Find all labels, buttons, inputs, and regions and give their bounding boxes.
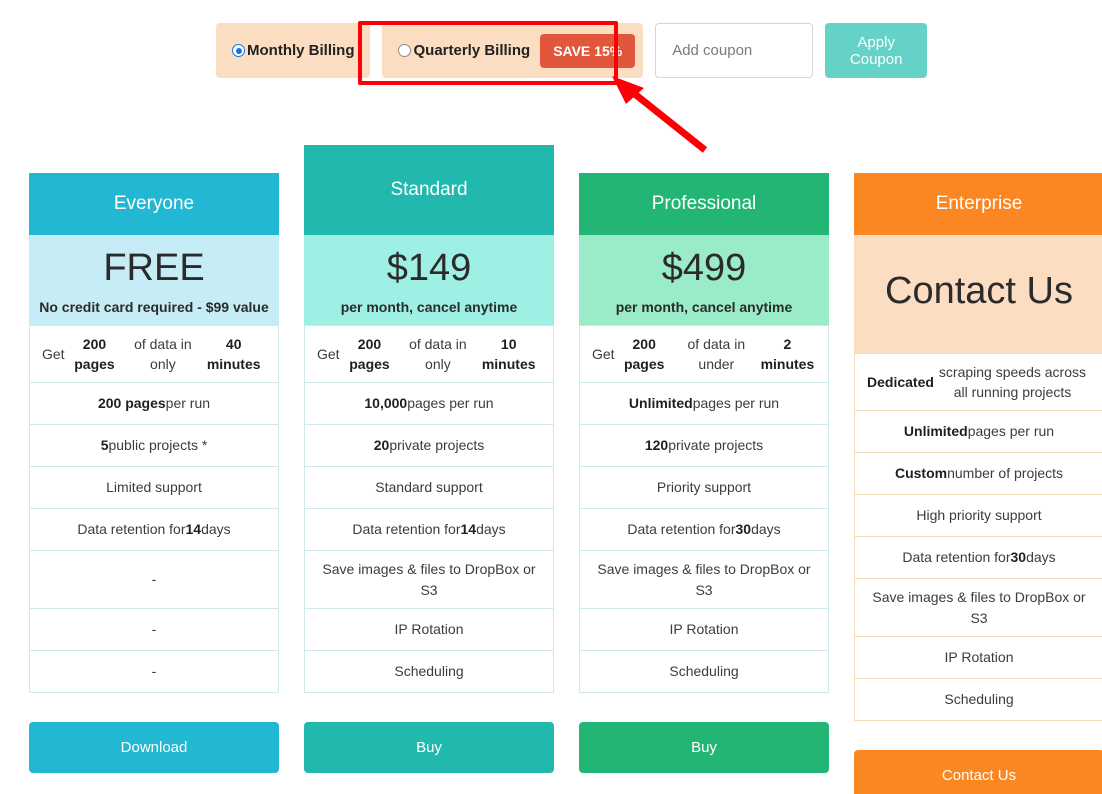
plan-feature-item: Priority support: [580, 467, 828, 509]
plan-feature-item: Scheduling: [305, 651, 553, 693]
plan-price-note: No credit card required - $99 value: [39, 298, 269, 315]
plan-price-block: Contact Us: [854, 235, 1102, 353]
quarterly-billing-label: Quarterly Billing: [413, 42, 531, 59]
plan-feature-item: IP Rotation: [580, 609, 828, 651]
plan-price-note: per month, cancel anytime: [340, 298, 518, 315]
plan-feature-item: Save images & files to DropBox or S3: [855, 579, 1102, 637]
plan-header-everyone: Everyone: [29, 173, 279, 235]
plan-feature-item: 200 pages per run: [30, 383, 278, 425]
plan-price-block: $499 per month, cancel anytime: [579, 235, 829, 325]
plan-feature-item: Standard support: [305, 467, 553, 509]
apply-coupon-button[interactable]: Apply Coupon: [825, 23, 928, 78]
plan-feature-item: Scheduling: [580, 651, 828, 693]
plan-price: $149: [386, 247, 472, 289]
plan-feature-item: Data retention for 30 days: [855, 537, 1102, 579]
plan-feature-list: Get 200 pages of data in under 2 minutes…: [579, 325, 829, 693]
plan-feature-item: High priority support: [855, 495, 1102, 537]
plan-price-block: $149 per month, cancel anytime: [304, 235, 554, 325]
quarterly-billing-radio[interactable]: [398, 44, 412, 57]
plan-feature-item: Save images & files to DropBox or S3: [305, 551, 553, 609]
plan-feature-item: Dedicated scraping speeds across all run…: [855, 353, 1102, 411]
plan-feature-item: 120 private projects: [580, 425, 828, 467]
plan-feature-item: Unlimited pages per run: [855, 411, 1102, 453]
plan-feature-item: Custom number of projects: [855, 453, 1102, 495]
plan-feature-item: Scheduling: [855, 679, 1102, 721]
pricing-card-professional: Professional $499 per month, cancel anyt…: [579, 173, 829, 773]
plan-header-enterprise: Enterprise: [854, 173, 1102, 235]
plan-feature-item: Data retention for 14 days: [30, 509, 278, 551]
plan-header-standard: Standard: [304, 145, 554, 235]
plan-feature-item: -: [30, 609, 278, 651]
plan-feature-item: 5 public projects *: [30, 425, 278, 467]
pricing-card-enterprise: Enterprise Contact Us Dedicated scraping…: [854, 173, 1102, 794]
plan-name: Standard: [390, 179, 468, 200]
plan-feature-item: 10,000 pages per run: [305, 383, 553, 425]
plan-feature-item: -: [30, 651, 278, 693]
plan-feature-list: Get 200 pages of data in only 40 minutes…: [29, 325, 279, 693]
plan-feature-item: Get 200 pages of data in only 10 minutes: [305, 325, 553, 383]
plan-feature-item: Data retention for 14 days: [305, 509, 553, 551]
coupon-input[interactable]: [655, 23, 814, 78]
plan-price: FREE: [103, 247, 205, 289]
plan-feature-item: IP Rotation: [305, 609, 553, 651]
plan-feature-item: Save images & files to DropBox or S3: [580, 551, 828, 609]
pricing-card-standard: Standard $149 per month, cancel anytime …: [304, 145, 554, 773]
plan-header-professional: Professional: [579, 173, 829, 235]
save-badge: SAVE 15%: [540, 33, 636, 68]
billing-option-monthly[interactable]: Monthly Billing: [216, 23, 371, 78]
plan-price: Contact Us: [885, 270, 1073, 313]
billing-option-quarterly[interactable]: Quarterly Billing SAVE 15%: [382, 23, 644, 78]
plan-name: Everyone: [113, 193, 195, 214]
plan-feature-item: Unlimited pages per run: [580, 383, 828, 425]
plan-feature-item: IP Rotation: [855, 637, 1102, 679]
plan-feature-list: Get 200 pages of data in only 10 minutes…: [304, 325, 554, 693]
plan-name: Enterprise: [935, 193, 1023, 214]
plan-price-block: FREE No credit card required - $99 value: [29, 235, 279, 325]
plan-feature-item: Get 200 pages of data in under 2 minutes: [580, 325, 828, 383]
plan-cta-button[interactable]: Download: [29, 722, 279, 773]
plan-cta-button[interactable]: Contact Us: [854, 750, 1102, 794]
plan-feature-item: Data retention for 30 days: [580, 509, 828, 551]
monthly-billing-radio[interactable]: [232, 44, 245, 57]
plan-feature-item: Get 200 pages of data in only 40 minutes: [30, 325, 278, 383]
pricing-page: Monthly Billing Quarterly Billing SAVE 1…: [0, 0, 1102, 794]
plan-feature-item: 20 private projects: [305, 425, 553, 467]
pricing-card-everyone: Everyone FREE No credit card required - …: [29, 173, 279, 773]
monthly-billing-label: Monthly Billing: [247, 42, 355, 59]
billing-toolbar: Monthly Billing Quarterly Billing SAVE 1…: [216, 23, 928, 78]
plan-price: $499: [661, 247, 747, 289]
plan-feature-item: Limited support: [30, 467, 278, 509]
plan-feature-list: Dedicated scraping speeds across all run…: [854, 353, 1102, 721]
plan-price-note: per month, cancel anytime: [615, 298, 793, 315]
plan-feature-item: -: [30, 551, 278, 609]
plan-cta-button[interactable]: Buy: [579, 722, 829, 773]
plan-cta-button[interactable]: Buy: [304, 722, 554, 773]
plan-name: Professional: [651, 193, 757, 214]
